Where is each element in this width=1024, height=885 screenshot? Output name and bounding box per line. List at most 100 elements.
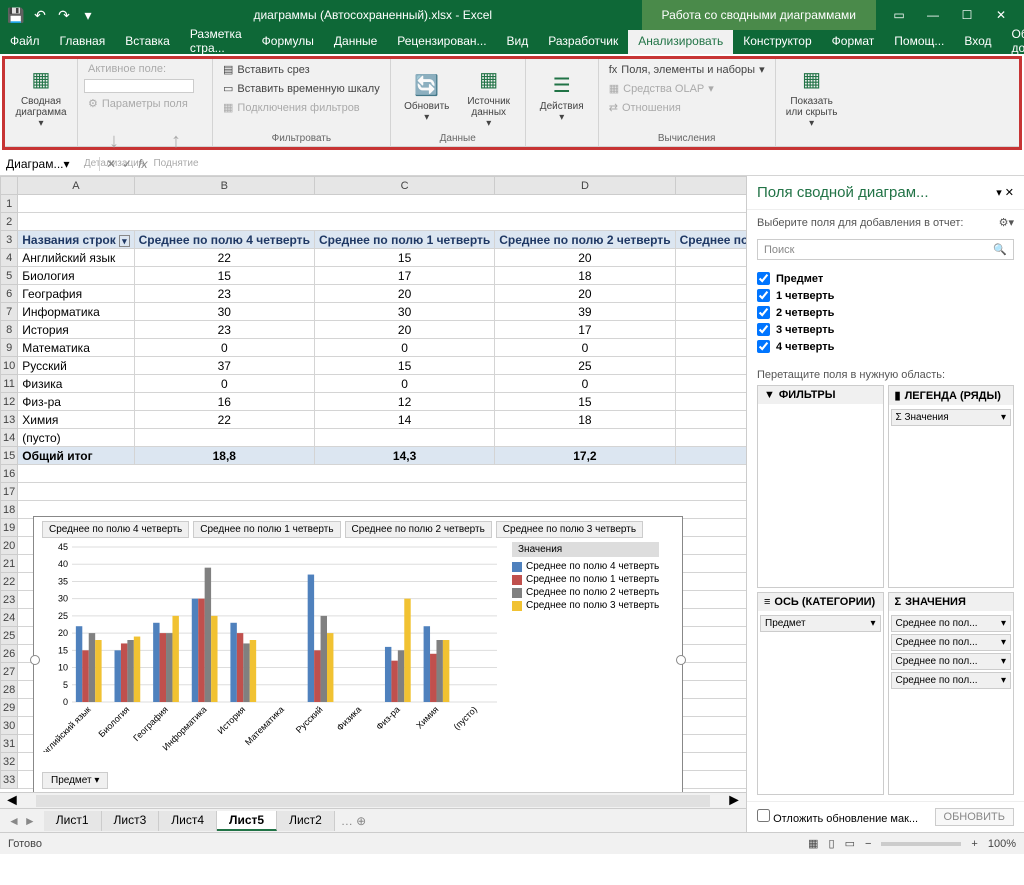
group-data: Данные: [397, 131, 519, 144]
field-2 четверть[interactable]: 2 четверть: [757, 304, 1014, 321]
tab-Вход[interactable]: Вход: [954, 30, 1001, 54]
accept-icon[interactable]: ✓: [122, 157, 132, 171]
sheet-tab-Лист2[interactable]: Лист2: [277, 811, 335, 831]
zoom-level[interactable]: 100%: [988, 838, 1016, 850]
svg-text:Биология: Биология: [97, 704, 132, 739]
sheet-tab-Лист5[interactable]: Лист5: [217, 811, 277, 831]
gear-icon[interactable]: ⚙▾: [999, 216, 1014, 229]
view-pagelayout-icon[interactable]: ▯: [829, 837, 835, 850]
chart-series-button[interactable]: Среднее по полю 4 четверть: [42, 521, 189, 538]
tab-Общий доступ[interactable]: Общий доступ: [1002, 30, 1024, 54]
zoom-slider[interactable]: [881, 842, 961, 846]
tab-Анализировать[interactable]: Анализировать: [628, 30, 733, 54]
drill-down-button[interactable]: ↓Детализация: [84, 112, 144, 182]
grid[interactable]: ABCDE123Названия строк ▾Среднее по полю …: [0, 176, 746, 792]
sheet-tab-Лист4[interactable]: Лист4: [159, 811, 217, 831]
chart-series-button[interactable]: Среднее по полю 3 четверть: [496, 521, 643, 538]
view-normal-icon[interactable]: ▦: [808, 837, 818, 850]
zoom-out-icon[interactable]: −: [865, 838, 871, 850]
ribbon-highlight: ▦ Сводная диаграмма ▾ Активное поле: ⚙Па…: [2, 56, 1022, 150]
sheet-tab-Лист3[interactable]: Лист3: [102, 811, 160, 831]
tab-Формат[interactable]: Формат: [822, 30, 885, 54]
svg-text:Математика: Математика: [243, 704, 286, 747]
show-hide-button[interactable]: ▦Показать или скрыть▾: [782, 61, 842, 131]
task-pane-dropdown-icon[interactable]: ▾: [996, 187, 1002, 199]
chart-series-button[interactable]: Среднее по полю 1 четверть: [193, 521, 340, 538]
values-zone[interactable]: ΣЗНАЧЕНИЯСреднее по пол...▾Среднее по по…: [888, 592, 1015, 795]
tab-Помощ...[interactable]: Помощ...: [884, 30, 954, 54]
svg-text:География: География: [131, 704, 170, 743]
tab-Разработчик[interactable]: Разработчик: [538, 30, 628, 54]
active-field-input[interactable]: [84, 79, 194, 93]
drill-up-button[interactable]: ↑Поднятие: [146, 112, 206, 182]
filter-icon: ▦: [223, 101, 233, 114]
field-4 четверть[interactable]: 4 четверть: [757, 338, 1014, 355]
axis-pill[interactable]: Предмет▾: [760, 615, 881, 632]
field-params-button[interactable]: ⚙Параметры поля: [84, 95, 192, 112]
name-box[interactable]: Диаграм... ▾: [0, 157, 100, 171]
prev-sheet-icon[interactable]: ◄: [8, 814, 20, 828]
pivot-chart[interactable]: Среднее по полю 4 четвертьСреднее по пол…: [33, 516, 683, 792]
field-3 четверть[interactable]: 3 четверть: [757, 321, 1014, 338]
tab-Конструктор[interactable]: Конструктор: [733, 30, 821, 54]
legend-zone[interactable]: ▮ЛЕГЕНДА (РЯДЫ)Σ Значения▾: [888, 385, 1015, 588]
tab-Вид[interactable]: Вид: [497, 30, 539, 54]
defer-checkbox[interactable]: Отложить обновление мак...: [757, 809, 918, 825]
ribbon-tabs: ФайлГлавнаяВставкаРазметка стра...Формул…: [0, 30, 1024, 54]
value-pill[interactable]: Среднее по пол...▾: [891, 634, 1012, 651]
data-source-button[interactable]: ▦Источник данных▾: [459, 61, 519, 131]
axis-zone[interactable]: ≡ОСЬ (КАТЕГОРИИ)Предмет▾: [757, 592, 884, 795]
filter-icon: ▼: [764, 389, 775, 401]
formula-bar[interactable]: ✕ ✓ fx: [100, 157, 1024, 171]
insert-slicer-button[interactable]: ▤Вставить срез: [219, 61, 314, 78]
field-search-input[interactable]: Поиск🔍: [757, 239, 1014, 260]
sheet-tab-Лист1[interactable]: Лист1: [44, 811, 102, 831]
field-1 четверть[interactable]: 1 четверть: [757, 287, 1014, 304]
save-icon[interactable]: 💾: [8, 7, 24, 23]
chart-axis-button[interactable]: Предмет ▾: [42, 772, 108, 789]
minimize-icon[interactable]: —: [918, 0, 948, 30]
relations-button[interactable]: ⇄Отношения: [605, 99, 685, 116]
close-icon[interactable]: ✕: [986, 0, 1016, 30]
fx-icon[interactable]: fx: [138, 157, 147, 171]
redo-icon[interactable]: ↷: [56, 7, 72, 23]
svg-text:Английский язык: Английский язык: [42, 704, 93, 752]
value-pill[interactable]: Среднее по пол...▾: [891, 615, 1012, 632]
sheet-nav[interactable]: ◄►: [0, 814, 44, 828]
legend-pill[interactable]: Σ Значения▾: [891, 409, 1012, 426]
cancel-icon[interactable]: ✕: [106, 157, 116, 171]
value-pill[interactable]: Среднее по пол...▾: [891, 653, 1012, 670]
axis-icon: ≡: [764, 596, 770, 608]
tab-Файл[interactable]: Файл: [0, 30, 50, 54]
tab-Рецензирован...[interactable]: Рецензирован...: [387, 30, 496, 54]
refresh-button[interactable]: 🔄Обновить▾: [397, 61, 457, 131]
pivot-chart-button[interactable]: ▦ Сводная диаграмма ▾: [11, 61, 71, 131]
task-pane-title: Поля сводной диаграм...: [757, 184, 929, 201]
view-pagebreak-icon[interactable]: ▭: [845, 837, 855, 850]
filters-zone[interactable]: ▼ФИЛЬТРЫ: [757, 385, 884, 588]
value-pill[interactable]: Среднее по пол...▾: [891, 672, 1012, 689]
task-pane-close-icon[interactable]: ✕: [1005, 187, 1014, 199]
undo-icon[interactable]: ↶: [32, 7, 48, 23]
fields-items-sets-button[interactable]: fxПоля, элементы и наборы ▾: [605, 61, 769, 78]
actions-button[interactable]: ☰Действия▾: [532, 61, 592, 131]
zoom-in-icon[interactable]: +: [971, 838, 977, 850]
qat-dropdown-icon[interactable]: ▾: [80, 7, 96, 23]
chart-series-button[interactable]: Среднее по полю 2 четверть: [345, 521, 492, 538]
update-button[interactable]: ОБНОВИТЬ: [935, 808, 1014, 826]
horizontal-scrollbar[interactable]: ◄►: [0, 792, 746, 808]
olap-tools-button[interactable]: ▦Средства OLAP ▾: [605, 80, 718, 97]
tab-Вставка[interactable]: Вставка: [115, 30, 180, 54]
show-hide-icon: ▦: [796, 64, 828, 96]
field-Предмет[interactable]: Предмет: [757, 270, 1014, 287]
sheet-area: ABCDE123Названия строк ▾Среднее по полю …: [0, 176, 746, 832]
tab-Главная[interactable]: Главная: [50, 30, 116, 54]
ribbon-display-icon[interactable]: ▭: [884, 0, 914, 30]
maximize-icon[interactable]: ☐: [952, 0, 982, 30]
next-sheet-icon[interactable]: ►: [24, 814, 36, 828]
tab-Разметка стра...[interactable]: Разметка стра...: [180, 30, 252, 54]
filter-connections-button[interactable]: ▦Подключения фильтров: [219, 99, 364, 116]
tab-Данные[interactable]: Данные: [324, 30, 387, 54]
insert-timeline-button[interactable]: ▭Вставить временную шкалу: [219, 80, 384, 97]
tab-Формулы[interactable]: Формулы: [252, 30, 324, 54]
